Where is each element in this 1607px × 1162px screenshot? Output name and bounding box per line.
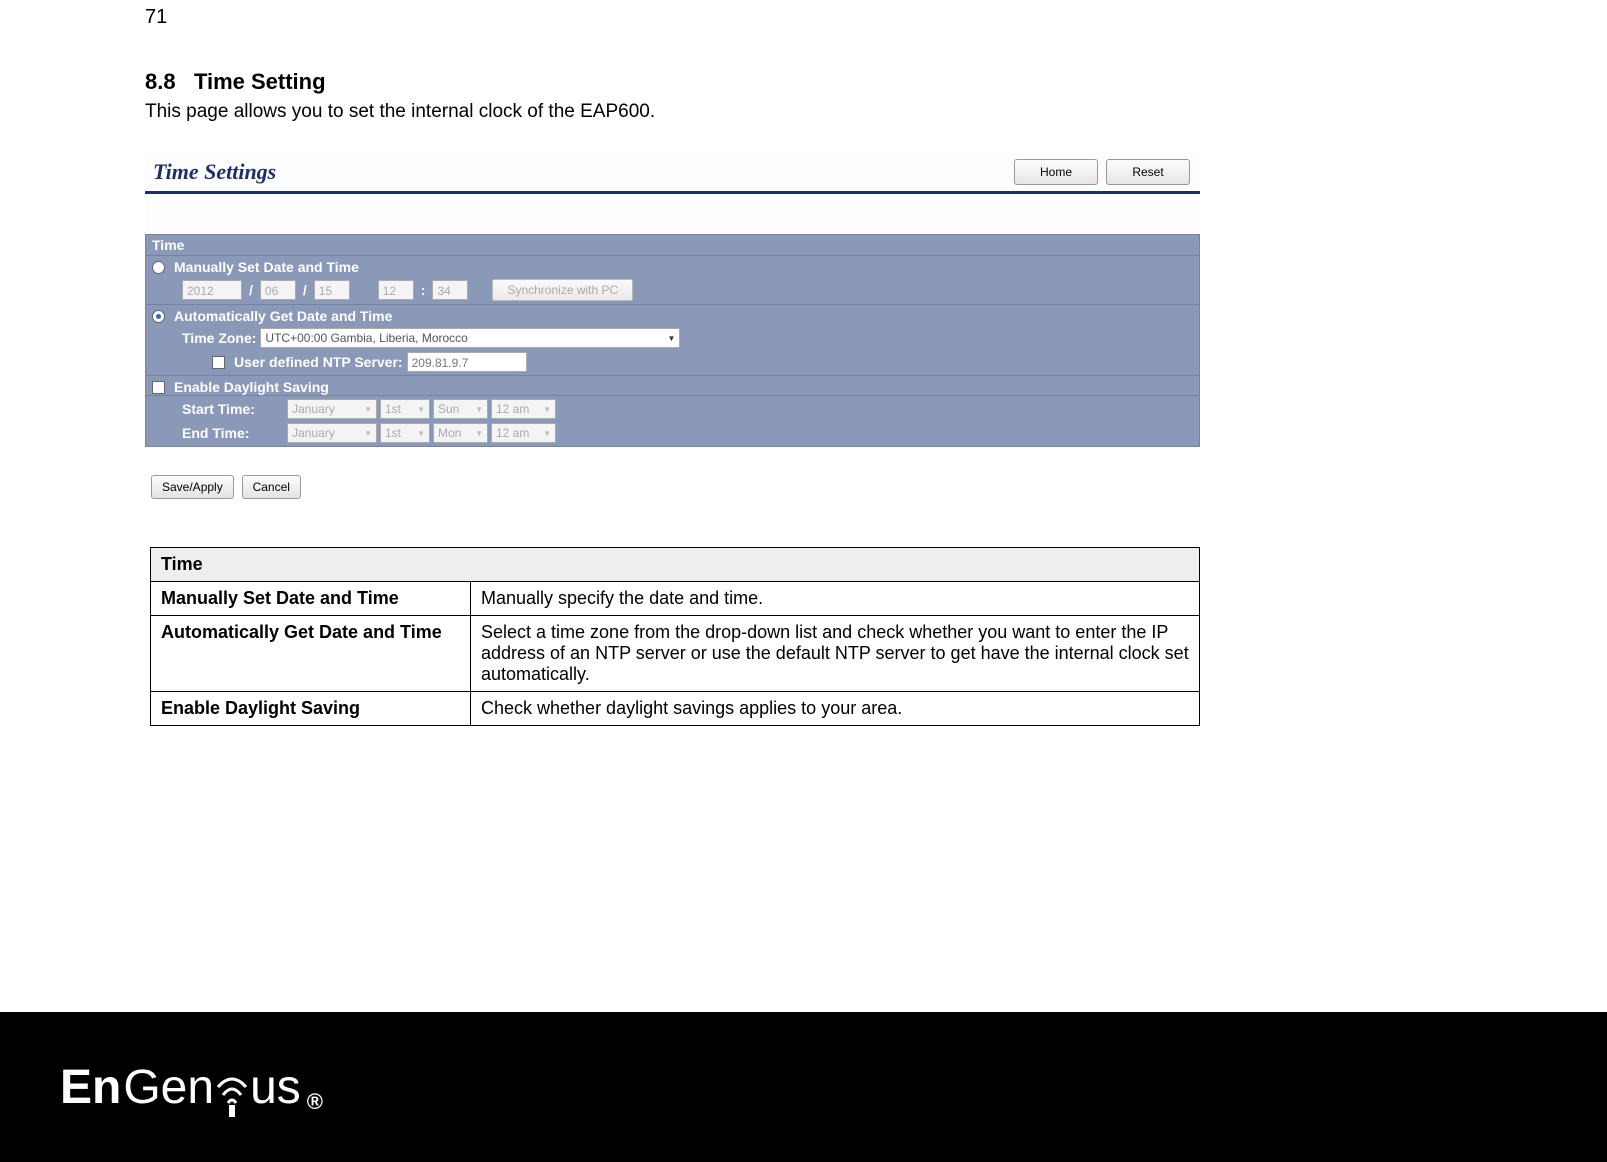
footer-brand-bar: EnGen us® — [0, 1012, 1607, 1162]
minute-input[interactable]: 34 — [432, 280, 468, 300]
month-input[interactable]: 06 — [260, 280, 296, 300]
section-heading-num: 8.8 — [145, 69, 176, 94]
engenius-logo: EnGen us® — [60, 1060, 323, 1115]
registered-icon: ® — [307, 1089, 323, 1115]
dst-checkbox[interactable] — [152, 381, 165, 394]
dst-end-day[interactable]: Mon▼ — [433, 423, 488, 443]
chevron-down-icon: ▼ — [668, 334, 676, 343]
dst-start-day[interactable]: Sun▼ — [433, 399, 488, 419]
chevron-down-icon: ▼ — [364, 429, 372, 438]
sync-pc-button[interactable]: Synchronize with PC — [492, 279, 633, 301]
section-intro: This page allows you to set the internal… — [145, 101, 1130, 123]
panel-title: Time Settings — [153, 159, 276, 185]
date-separator-1: / — [249, 282, 253, 298]
hour-input[interactable]: 12 — [378, 280, 414, 300]
dst-start-month[interactable]: January▼ — [287, 399, 377, 419]
time-settings-panel: Time Settings Home Reset Time Manually S… — [145, 153, 1200, 507]
dst-start-week[interactable]: 1st▼ — [380, 399, 430, 419]
dst-start-hour[interactable]: 12 am▼ — [491, 399, 556, 419]
auto-radio[interactable] — [152, 310, 165, 323]
desc-row-key: Enable Daylight Saving — [151, 692, 471, 726]
ntp-server-input[interactable]: 209.81.9.7 — [407, 352, 527, 372]
timezone-value: UTC+00:00 Gambia, Liberia, Morocco — [265, 331, 467, 345]
desc-row-val: Select a time zone from the drop-down li… — [471, 616, 1200, 692]
desc-row-key: Manually Set Date and Time — [151, 582, 471, 616]
reset-button[interactable]: Reset — [1106, 159, 1190, 185]
save-apply-button[interactable]: Save/Apply — [151, 475, 234, 499]
dst-end-month[interactable]: January▼ — [287, 423, 377, 443]
dst-end-label: End Time: — [182, 425, 287, 441]
timezone-label: Time Zone: — [182, 330, 256, 346]
manual-radio[interactable] — [152, 261, 165, 274]
chevron-down-icon: ▼ — [475, 405, 483, 414]
time-separator: : — [421, 282, 426, 298]
auto-label: Automatically Get Date and Time — [174, 308, 392, 324]
desc-row-key: Automatically Get Date and Time — [151, 616, 471, 692]
desc-row-val: Manually specify the date and time. — [471, 582, 1200, 616]
dst-end-hour[interactable]: 12 am▼ — [491, 423, 556, 443]
manual-label: Manually Set Date and Time — [174, 259, 359, 275]
section-heading-title: Time Setting — [194, 69, 326, 94]
chevron-down-icon: ▼ — [475, 429, 483, 438]
description-table: Time Manually Set Date and Time Manually… — [150, 547, 1200, 726]
day-input[interactable]: 15 — [314, 280, 350, 300]
year-input[interactable]: 2012 — [182, 280, 242, 300]
desc-table-header: Time — [151, 548, 1200, 582]
chevron-down-icon: ▼ — [417, 429, 425, 438]
logo-text-us: us — [250, 1060, 301, 1115]
time-section-header: Time — [145, 234, 1200, 256]
wifi-icon — [212, 1065, 252, 1117]
date-separator-2: / — [303, 282, 307, 298]
dst-start-label: Start Time: — [182, 401, 287, 417]
desc-row-val: Check whether daylight savings applies t… — [471, 692, 1200, 726]
ntp-label: User defined NTP Server: — [234, 354, 403, 370]
chevron-down-icon: ▼ — [543, 405, 551, 414]
dst-label: Enable Daylight Saving — [174, 379, 329, 395]
timezone-select[interactable]: UTC+00:00 Gambia, Liberia, Morocco ▼ — [260, 328, 680, 348]
section-heading: 8.8 Time Setting — [145, 69, 1130, 95]
ntp-checkbox[interactable] — [212, 356, 225, 369]
cancel-button[interactable]: Cancel — [242, 475, 301, 499]
logo-text-en: En — [60, 1060, 121, 1115]
home-button[interactable]: Home — [1014, 159, 1098, 185]
chevron-down-icon: ▼ — [543, 429, 551, 438]
logo-text-gen: Gen — [123, 1060, 214, 1115]
chevron-down-icon: ▼ — [417, 405, 425, 414]
page-number: 71 — [145, 6, 1130, 29]
chevron-down-icon: ▼ — [364, 405, 372, 414]
dst-end-week[interactable]: 1st▼ — [380, 423, 430, 443]
